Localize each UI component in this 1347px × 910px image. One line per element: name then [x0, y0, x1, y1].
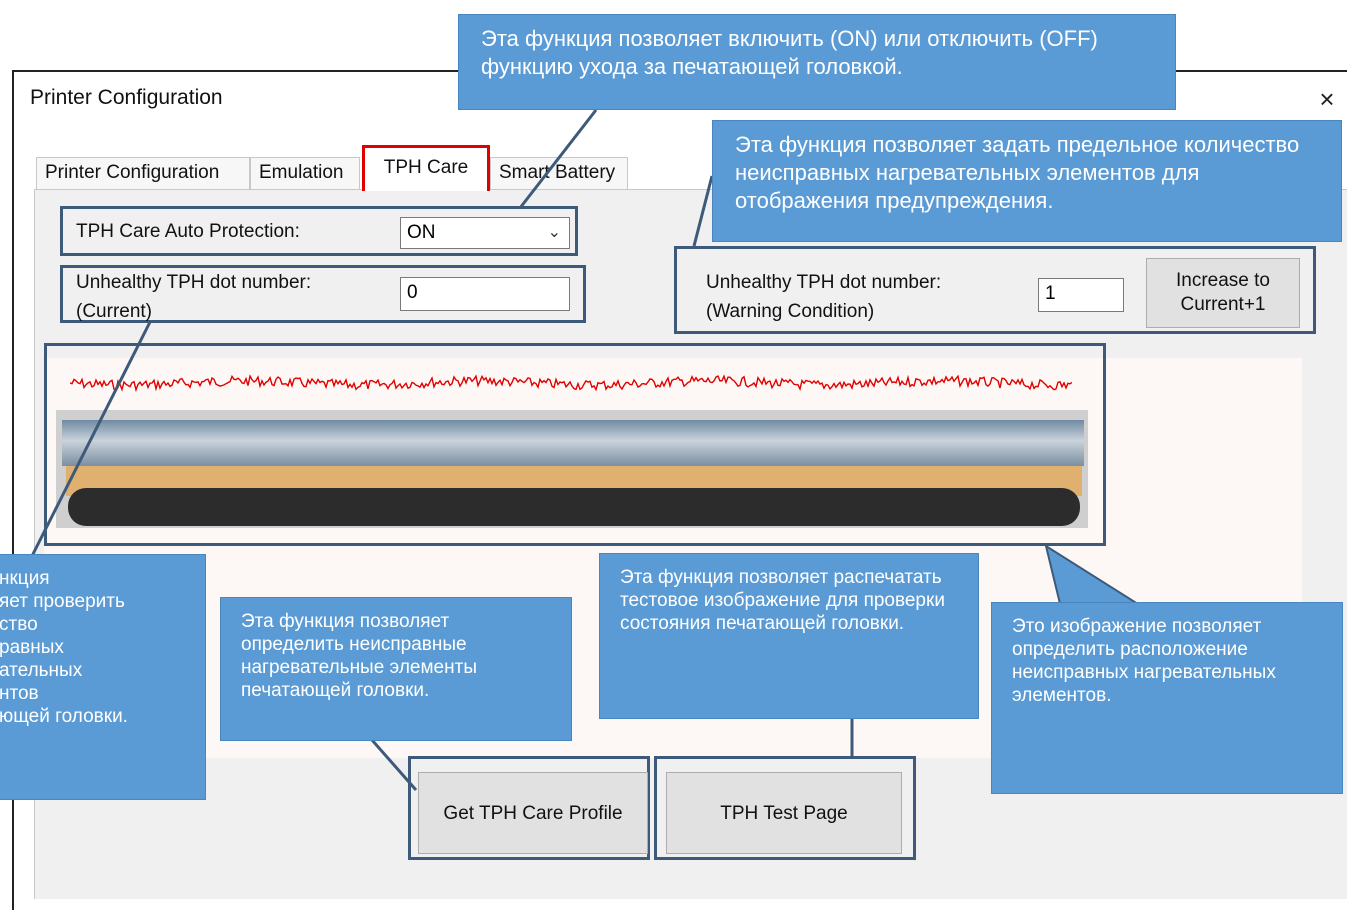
dot-signal-graph [70, 374, 1072, 393]
increase-to-current-button[interactable]: Increase to Current+1 [1146, 258, 1300, 328]
current-dot-label: Unhealthy TPH dot number: [76, 272, 312, 293]
callout-get-profile: Эта функция позволяет определить неиспра… [220, 597, 572, 741]
tab-emulation[interactable]: Emulation [250, 157, 360, 189]
warning-dot-label-sub: (Warning Condition) [706, 301, 875, 322]
warning-dot-label: Unhealthy TPH dot number: [706, 272, 942, 293]
callout-warning-condition: Эта функция позволяет задать предельное … [712, 120, 1342, 242]
close-button[interactable]: × [1312, 82, 1342, 116]
callout-current-dot: нкция яет проверить ство равных ательных… [0, 554, 206, 800]
increase-button-line2: Current+1 [1180, 294, 1266, 315]
warning-dot-input[interactable]: 1 [1038, 278, 1124, 312]
current-dot-label-sub: (Current) [76, 301, 153, 322]
increase-button-line1: Increase to [1176, 270, 1270, 291]
auto-protection-value: ON [407, 222, 436, 243]
get-tph-care-profile-button[interactable]: Get TPH Care Profile [418, 772, 648, 854]
tph-test-page-button[interactable]: TPH Test Page [666, 772, 902, 854]
callout-test-page: Эта функция позволяет распечатать тестов… [599, 553, 979, 719]
callout-auto-protection: Эта функция позволяет включить (ON) или … [458, 14, 1176, 110]
printhead-rubber-strip [68, 488, 1080, 526]
callout-image: Это изображение позволяет определить рас… [991, 602, 1343, 794]
current-dot-input[interactable]: 0 [400, 277, 570, 311]
tab-smart-battery[interactable]: Smart Battery [490, 157, 628, 189]
chevron-down-icon: ⌄ [547, 224, 561, 241]
auto-protection-label: TPH Care Auto Protection: [76, 221, 300, 242]
printhead-metal-bar [62, 420, 1084, 466]
tab-tph-care[interactable]: TPH Care [362, 145, 490, 191]
tab-printer-configuration[interactable]: Printer Configuration [36, 157, 250, 189]
window-title: Printer Configuration [30, 86, 223, 109]
auto-protection-select[interactable]: ON ⌄ [400, 217, 570, 249]
